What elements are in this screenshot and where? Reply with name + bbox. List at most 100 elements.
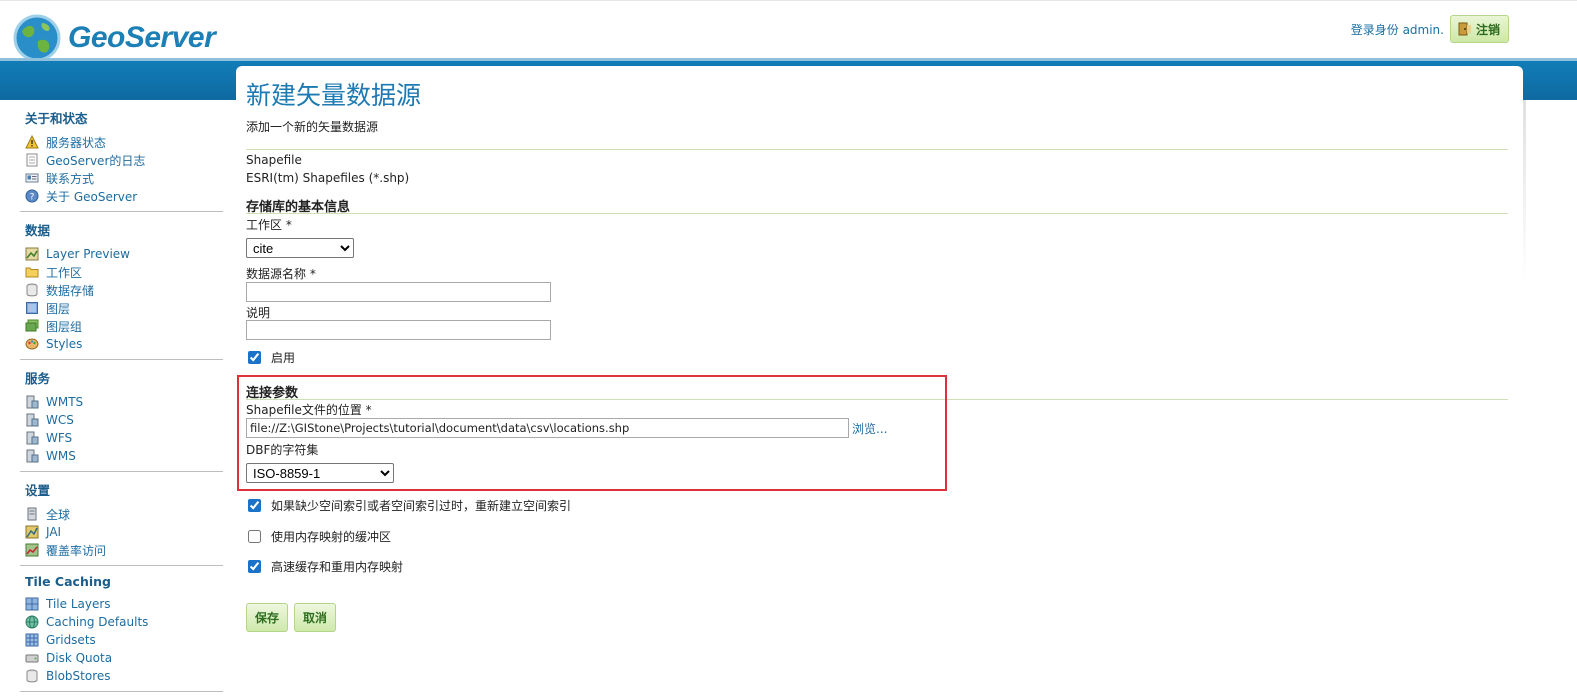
store-name-input[interactable] [246,282,551,302]
sidebar-item-about[interactable]: ? 关于 GeoServer [25,187,223,205]
sidebar-item-label: 工作区 [46,265,83,280]
store-type-description: ESRI(tm) Shapefiles (*.shp) [246,171,410,185]
contact-card-icon [25,173,39,183]
layer-group-icon [25,319,39,332]
workspace-label: 工作区 * [246,218,292,232]
sidebar-item-wcs[interactable]: WCS [25,411,223,429]
memory-mapped-label: 使用内存映射的缓冲区 [271,530,392,544]
tile-grid-icon [25,597,39,611]
sidebar-item-label: 数据存储 [46,283,95,298]
sidebar-section-data: 数据 Layer Preview 工作区 数据存储 图层 图层组 Styles [20,220,223,360]
spatial-index-checkbox[interactable] [248,499,261,512]
sidebar-item-label: WFS [46,431,73,445]
spatial-index-label: 如果缺少空间索引或者空间索引过时，重新建立空间索引 [271,499,572,513]
store-type: Shapefile [246,153,302,167]
grid-icon [25,633,39,647]
memory-mapped-row[interactable]: 使用内存映射的缓冲区 [248,528,391,545]
sidebar-item-label: BlobStores [46,669,111,683]
sidebar-item-label: JAI [46,525,62,539]
sidebar-section-title: 数据 [25,223,51,238]
sidebar-section-title: 服务 [25,371,51,386]
sidebar-item-workspaces[interactable]: 工作区 [25,263,223,281]
user-box: 登录身份 admin. 注销 [1351,15,1509,43]
store-name-label: 数据源名称 * [246,267,316,281]
header: GeoServer 登录身份 admin. 注销 [0,0,1577,62]
sidebar-item-label: 服务器状态 [46,135,107,150]
sidebar-item-label: 全球 [46,507,71,522]
server-icon [26,431,39,445]
save-button[interactable]: 保存 [246,603,289,632]
sidebar-item-label: Caching Defaults [46,615,149,629]
document-icon [26,153,38,167]
sidebar-nav: 关于和状态 服务器状态 GeoServer的日志 联系方式 ? 关于 GeoSe… [20,108,223,700]
sidebar-item-server-status[interactable]: 服务器状态 [25,133,223,151]
server-icon [26,413,39,427]
enabled-row[interactable]: 启用 [248,349,295,366]
warning-icon [25,135,39,149]
sidebar-item-label: WMS [46,449,76,463]
page-description: 添加一个新的矢量数据源 [246,120,379,134]
database-icon [26,669,38,683]
sidebar-item-label: Gridsets [46,633,96,647]
cache-reuse-checkbox[interactable] [248,560,261,573]
sidebar-item-label: 关于 GeoServer [46,189,138,204]
divider [246,149,1508,150]
cancel-button[interactable]: 取消 [294,603,337,632]
sidebar-item-layer-preview[interactable]: Layer Preview [25,245,223,263]
svg-text:?: ? [30,193,35,203]
sidebar-item-stores[interactable]: 数据存储 [25,281,223,299]
sidebar-item-coverage-access[interactable]: 覆盖率访问 [25,541,223,559]
sidebar-item-layers[interactable]: 图层 [25,299,223,317]
sidebar-item-global[interactable]: 全球 [25,505,223,523]
page-title: 新建矢量数据源 [246,81,422,110]
sidebar-item-contact[interactable]: 联系方式 [25,169,223,187]
sidebar-item-jai[interactable]: JAI [25,523,223,541]
sidebar-item-tile-layers[interactable]: Tile Layers [25,595,223,613]
sidebar-item-logs[interactable]: GeoServer的日志 [25,151,223,169]
store-description-input[interactable] [246,320,551,340]
sidebar-item-blobstores[interactable]: BlobStores [25,667,223,685]
logged-in-user: 登录身份 admin. [1350,22,1444,37]
sidebar-section-services: 服务 WMTS WCS WFS WMS [20,368,223,472]
logout-door-icon [1458,22,1471,36]
sidebar-section-about: 关于和状态 服务器状态 GeoServer的日志 联系方式 ? 关于 GeoSe… [20,108,223,212]
sidebar-section-settings: 设置 全球 JAI 覆盖率访问 [20,480,223,566]
sidebar-item-wms[interactable]: WMS [25,447,223,465]
spatial-index-row[interactable]: 如果缺少空间索引或者空间索引过时，重新建立空间索引 [248,497,571,514]
sidebar-item-label: 图层组 [46,319,83,334]
disk-icon [25,654,39,663]
sidebar-item-styles[interactable]: Styles [25,335,223,353]
sidebar-section-title: Tile Caching [25,574,111,589]
sidebar-section-tile-caching: Tile Caching Tile Layers Caching Default… [20,574,223,692]
map-preview-icon [25,247,39,261]
brand-name: GeoServer [68,21,216,54]
sidebar-item-gridsets[interactable]: Gridsets [25,631,223,649]
sidebar-item-disk-quota[interactable]: Disk Quota [25,649,223,667]
sidebar-item-layer-groups[interactable]: 图层组 [25,317,223,335]
coverage-icon [25,543,39,557]
sidebar-item-label: Disk Quota [46,651,113,665]
workspace-select[interactable]: cite [246,238,354,258]
enabled-checkbox[interactable] [248,351,261,364]
sidebar-item-label: GeoServer的日志 [46,153,146,168]
sidebar-item-label: Styles [46,337,83,351]
logout-button[interactable]: 注销 [1449,15,1509,43]
cache-reuse-label: 高速缓存和重用内存映射 [271,560,404,574]
sidebar-section-title: 设置 [25,483,51,498]
sidebar-section-title: 关于和状态 [25,111,88,126]
sidebar-item-label: 覆盖率访问 [46,543,107,558]
sidebar-item-wfs[interactable]: WFS [25,429,223,447]
sidebar-item-label: Tile Layers [46,597,111,611]
folder-icon [25,267,39,278]
sidebar-item-label: WCS [46,413,74,427]
database-icon [26,283,38,297]
store-description-label: 说明 [246,306,271,320]
memory-mapped-checkbox[interactable] [248,530,261,543]
sidebar-item-label: WMTS [46,395,84,409]
sidebar-item-caching-defaults[interactable]: Caching Defaults [25,613,223,631]
divider [246,213,1508,214]
sidebar-item-wmts[interactable]: WMTS [25,393,223,411]
server-icon [26,395,39,409]
geoserver-globe-logo[interactable] [12,13,62,63]
cache-reuse-row[interactable]: 高速缓存和重用内存映射 [248,558,403,575]
